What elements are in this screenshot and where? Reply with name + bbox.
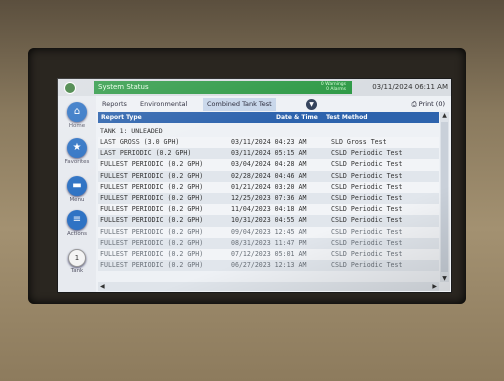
test-method-cell: CSLD Periodic Test	[331, 261, 403, 270]
menu-icon: ▬	[67, 176, 87, 196]
horizontal-scrollbar[interactable]: ◀ ▶	[98, 282, 439, 291]
date-time-cell: 06/27/2023 12:13 AM	[231, 261, 307, 270]
tank-group-label: TANK 1: UNLEADED	[100, 127, 163, 135]
report-type-cell: FULLEST PERIODIC (0.2 GPH)	[100, 205, 204, 214]
touch-screen: System Status 0 Warnings 0 Alarms 03/11/…	[57, 78, 452, 293]
sidebar-item-actions[interactable]: ≡ Actions	[58, 210, 96, 237]
test-method-cell: CSLD Periodic Test	[331, 238, 403, 247]
report-type-cell: FULLEST PERIODIC (0.2 GPH)	[100, 249, 204, 258]
sidebar-item-label: Actions	[66, 231, 88, 237]
print-button[interactable]: ⎙ Print (0)	[411, 98, 445, 111]
date-time-cell: 02/28/2024 04:46 AM	[231, 171, 307, 180]
scroll-right-icon[interactable]: ▶	[432, 282, 437, 291]
report-type-cell: FULLEST PERIODIC (0.2 GPH)	[100, 227, 204, 236]
print-label: Print (0)	[418, 100, 445, 108]
table-row[interactable]: LAST PERIODIC (0.2 GPH) 03/11/2024 05:15 …	[98, 148, 439, 160]
sidebar-item-label: Favorites	[64, 159, 90, 165]
sidebar: ⌂ Home ★ Favorites ▬ Menu ≡ Actions 1 Ta…	[58, 96, 96, 292]
vertical-scrollbar[interactable]: ▲ ▼	[440, 112, 449, 282]
scroll-left-icon[interactable]: ◀	[100, 282, 105, 291]
test-method-cell: CSLD Periodic Test	[331, 193, 403, 202]
report-type-cell: FULLEST PERIODIC (0.2 GPH)	[100, 238, 204, 247]
tab-bar: Reports Environmental Combined Tank Test…	[98, 98, 451, 111]
table-header: Report Type Date & Time Test Method	[98, 112, 439, 123]
test-method-cell: CSLD Periodic Test	[331, 227, 403, 236]
table-row[interactable]: LAST GROSS (3.0 GPH) 03/11/2024 04:23 AM S…	[98, 137, 439, 149]
actions-icon: ≡	[67, 210, 87, 230]
date-time-cell: 11/04/2023 04:18 AM	[231, 205, 307, 214]
table-row[interactable]: FULLEST PERIODIC (0.2 GPH) 06/27/2023 12:…	[98, 260, 439, 272]
scroll-up-icon[interactable]: ▲	[440, 112, 449, 119]
tank-number-icon: 1	[68, 249, 86, 267]
date-time-cell: 07/12/2023 05:01 AM	[231, 249, 307, 258]
test-method-cell: SLD Gross Test	[331, 138, 387, 146]
test-method-cell: CSLD Periodic Test	[331, 205, 403, 214]
logo-icon	[64, 82, 76, 94]
test-method-cell: CSLD Periodic Test	[331, 171, 403, 180]
system-status-bar[interactable]: System Status 0 Warnings 0 Alarms	[94, 81, 352, 94]
sidebar-item-label: Tank	[70, 268, 84, 274]
date-time-cell: 12/25/2023 07:36 AM	[231, 193, 307, 202]
column-header-report-type[interactable]: Report Type	[101, 112, 142, 123]
sidebar-item-menu[interactable]: ▬ Menu	[58, 176, 96, 203]
top-bar: System Status 0 Warnings 0 Alarms 03/11/…	[58, 79, 451, 96]
report-type-cell: LAST GROSS (3.0 GPH)	[100, 138, 180, 146]
system-status-title: System Status	[98, 83, 149, 91]
sidebar-item-label: Menu	[69, 197, 85, 203]
column-header-test-method[interactable]: Test Method	[326, 112, 368, 123]
table-row[interactable]: FULLEST PERIODIC (0.2 GPH) 07/12/2023 05:…	[98, 248, 439, 261]
tab-combined-tank-test[interactable]: Combined Tank Test	[203, 98, 276, 111]
test-method-cell: CSLD Periodic Test	[331, 216, 403, 225]
printer-icon: ⎙	[411, 100, 419, 108]
report-type-cell: FULLEST PERIODIC (0.2 GPH)	[100, 193, 204, 202]
tab-environmental[interactable]: Environmental	[136, 98, 191, 111]
scroll-down-icon[interactable]: ▼	[440, 275, 449, 282]
date-time-cell: 03/11/2024 04:23 AM	[231, 138, 307, 146]
table-row[interactable]: FULLEST PERIODIC (0.2 GPH) 10/31/2023 04:…	[98, 215, 439, 227]
test-method-cell: CSLD Periodic Test	[331, 149, 403, 158]
date-time-cell: 01/21/2024 03:20 AM	[231, 182, 307, 191]
date-time-cell: 03/11/2024 05:15 AM	[231, 149, 307, 158]
report-type-cell: FULLEST PERIODIC (0.2 GPH)	[100, 171, 204, 180]
report-type-cell: FULLEST PERIODIC (0.2 GPH)	[100, 182, 204, 191]
sidebar-item-home[interactable]: ⌂ Home	[58, 102, 96, 129]
sidebar-item-label: Home	[68, 123, 86, 129]
report-list: LAST GROSS (3.0 GPH) 03/11/2024 04:23 AM S…	[98, 137, 439, 272]
current-datetime: 03/11/2024 06:11 AM	[372, 83, 448, 91]
report-type-cell: LAST PERIODIC (0.2 GPH)	[100, 149, 192, 158]
table-row[interactable]: FULLEST PERIODIC (0.2 GPH) 12/25/2023 07:…	[98, 192, 439, 205]
table-row[interactable]: FULLEST PERIODIC (0.2 GPH) 09/04/2023 12:…	[98, 226, 439, 238]
chevron-down-icon[interactable]: ▼	[306, 99, 317, 110]
warnings-alarms-indicator: 0 Warnings 0 Alarms	[321, 82, 346, 92]
sidebar-item-favorites[interactable]: ★ Favorites	[58, 138, 96, 165]
star-icon: ★	[67, 138, 87, 158]
table-row[interactable]: FULLEST PERIODIC (0.2 GPH) 03/04/2024 04:…	[98, 159, 439, 171]
date-time-cell: 10/31/2023 04:55 AM	[231, 216, 307, 225]
test-method-cell: CSLD Periodic Test	[331, 182, 403, 191]
date-time-cell: 08/31/2023 11:47 PM	[231, 238, 307, 247]
home-icon: ⌂	[67, 102, 87, 122]
tab-reports[interactable]: Reports	[98, 98, 131, 111]
table-row[interactable]: FULLEST PERIODIC (0.2 GPH) 01/21/2024 03:…	[98, 181, 439, 193]
scroll-thumb[interactable]	[441, 122, 448, 272]
date-time-cell: 03/04/2024 04:28 AM	[231, 160, 307, 169]
report-type-cell: FULLEST PERIODIC (0.2 GPH)	[100, 261, 204, 270]
table-row[interactable]: FULLEST PERIODIC (0.2 GPH) 11/04/2023 04:…	[98, 204, 439, 216]
alarms-count: 0 Alarms	[326, 87, 346, 92]
table-row[interactable]: FULLEST PERIODIC (0.2 GPH) 02/28/2024 04:…	[98, 170, 439, 182]
test-method-cell: CSLD Periodic Test	[331, 160, 403, 169]
date-time-cell: 09/04/2023 12:45 AM	[231, 227, 307, 236]
table-row[interactable]: FULLEST PERIODIC (0.2 GPH) 08/31/2023 11:…	[98, 237, 439, 249]
sidebar-item-tank[interactable]: 1 Tank	[58, 249, 96, 274]
column-header-date-time[interactable]: Date & Time	[276, 112, 318, 123]
report-type-cell: FULLEST PERIODIC (0.2 GPH)	[100, 160, 204, 169]
test-method-cell: CSLD Periodic Test	[331, 249, 403, 258]
report-type-cell: FULLEST PERIODIC (0.2 GPH)	[100, 216, 204, 225]
